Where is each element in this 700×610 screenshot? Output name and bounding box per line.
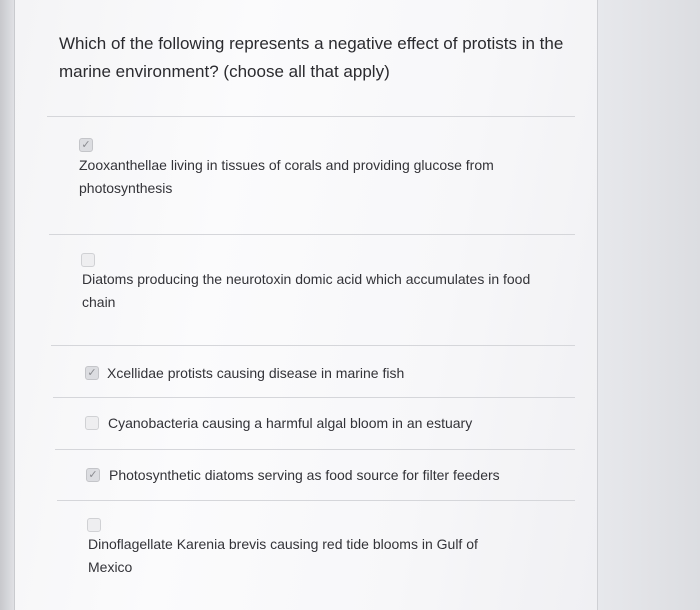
checkmark-icon[interactable]: ✓ — [85, 366, 99, 380]
question-card: Which of the following represents a nega… — [14, 0, 598, 610]
answer-option-label: Diatoms producing the neurotoxin domic a… — [82, 271, 531, 310]
answer-option-label: Photosynthetic diatoms serving as food s… — [109, 467, 500, 483]
checkmark-icon[interactable]: ✓ — [79, 138, 93, 152]
divider — [57, 500, 575, 501]
empty-checkbox-icon[interactable] — [87, 518, 101, 532]
answer-option-4[interactable]: Cyanobacteria causing a harmful algal bl… — [85, 412, 545, 436]
divider — [51, 345, 575, 346]
question-text: Which of the following represents a nega… — [59, 34, 564, 81]
answer-option-label: Cyanobacteria causing a harmful algal bl… — [108, 415, 473, 431]
answer-option-label: Dinoflagellate Karenia brevis causing re… — [88, 536, 478, 575]
divider — [53, 397, 575, 398]
divider — [55, 449, 575, 450]
checkmark-icon[interactable]: ✓ — [86, 468, 100, 482]
answer-option-3[interactable]: ✓ Xcellidae protists causing disease in … — [85, 362, 545, 386]
divider — [47, 116, 575, 117]
answer-option-6[interactable]: Dinoflagellate Karenia brevis causing re… — [87, 518, 547, 578]
answer-option-label: Zooxanthellae living in tissues of coral… — [79, 157, 494, 196]
answer-option-label: Xcellidae protists causing disease in ma… — [107, 365, 405, 381]
side-panel — [598, 0, 700, 610]
answer-option-1[interactable]: ✓ Zooxanthellae living in tissues of cor… — [79, 138, 539, 206]
empty-checkbox-icon[interactable] — [81, 253, 95, 267]
screen-edge — [0, 0, 14, 610]
empty-checkbox-icon[interactable] — [85, 416, 99, 430]
answer-option-2[interactable]: Diatoms producing the neurotoxin domic a… — [81, 253, 541, 321]
divider — [49, 234, 575, 235]
answer-option-5[interactable]: ✓ Photosynthetic diatoms serving as food… — [86, 464, 546, 488]
